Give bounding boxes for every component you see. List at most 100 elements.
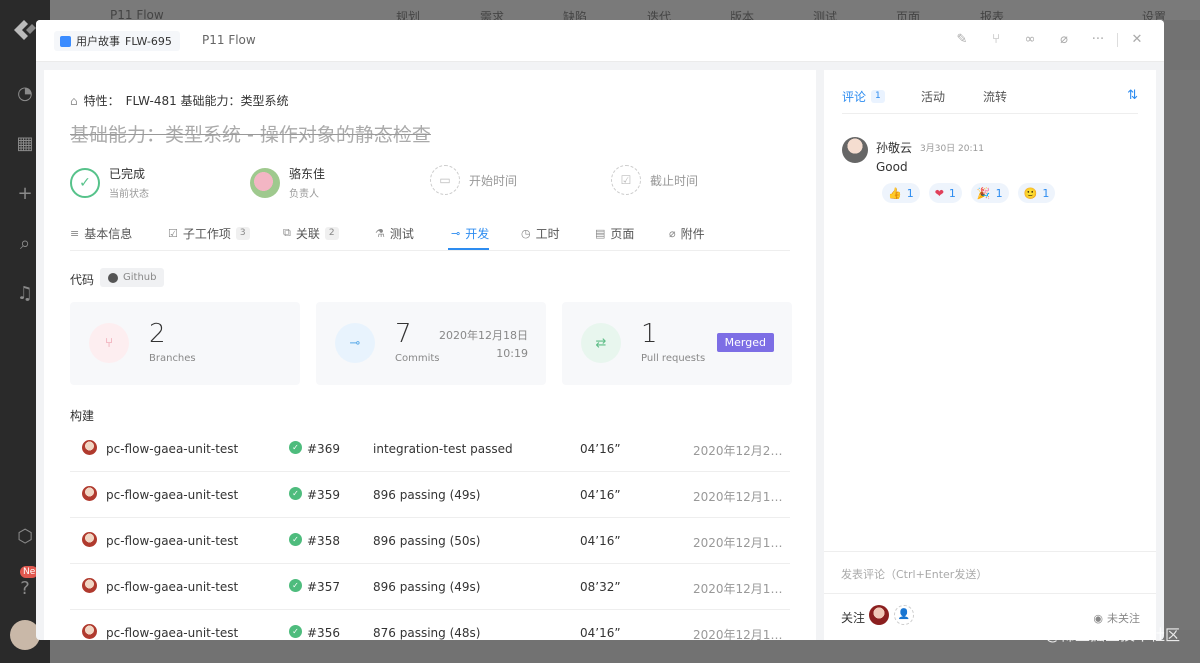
tab-pages[interactable]: ▤ 页面 [595, 222, 634, 244]
help-icon[interactable]: ? [13, 577, 37, 601]
list-icon: ≡ [70, 226, 80, 240]
build-number[interactable]: #356 [307, 626, 340, 640]
comment-author[interactable]: 孙敬云 [876, 139, 912, 156]
work-item-modal: 用户故事 FLW-695 P11 Flow ✎ ⑂ ∞ ⌀ ··· ✕ ⌂ 特性… [36, 20, 1164, 640]
bell-icon[interactable]: ♫ [13, 282, 37, 306]
tab-transitions[interactable]: 流转 [983, 88, 1007, 105]
cube-icon[interactable]: ⬡ [13, 525, 37, 549]
watermark: @稀土掘金技术社区 [1044, 626, 1180, 644]
tab-attachments[interactable]: ⌀ 附件 [669, 222, 705, 244]
last-commit-date: 2020年12月18日 [439, 329, 528, 342]
tab-activity[interactable]: 活动 [921, 88, 945, 105]
status-field[interactable]: ✓ 已完成 当前状态 [70, 165, 149, 200]
calendar-icon: ▭ [430, 165, 460, 195]
tab-count: 1 [871, 90, 885, 103]
tab-basic-info[interactable]: ≡ 基本信息 [70, 222, 132, 244]
comment-author-avatar[interactable] [842, 137, 868, 163]
tab-test[interactable]: ⚗ 测试 [375, 222, 414, 244]
build-job-name[interactable]: pc-flow-gaea-unit-test [106, 442, 238, 456]
project-name[interactable]: P11 Flow [202, 33, 256, 47]
jenkins-icon [82, 532, 97, 547]
jenkins-icon [82, 440, 97, 455]
build-number[interactable]: #369 [307, 442, 340, 456]
table-row[interactable]: pc-flow-gaea-unit-test ✓ #357 896 passin… [70, 564, 790, 610]
commits-card[interactable]: ⊸ 7 Commits 2020年12月18日 10:19 [316, 302, 546, 385]
tab-work-hours[interactable]: ◷ 工时 [521, 222, 560, 244]
comment-input[interactable]: 发表评论（Ctrl+Enter发送） [824, 551, 1156, 593]
pull-requests-count: 1 [641, 319, 658, 349]
reaction-smile[interactable]: 🙂 1 [1017, 183, 1056, 203]
link-icon[interactable]: ∞ [1013, 32, 1047, 47]
header-divider [1117, 32, 1118, 47]
branches-count: 2 [149, 319, 166, 349]
reaction-party[interactable]: 🎉 1 [970, 183, 1009, 203]
last-commit-time: 2020年12月18日 10:19 [439, 327, 528, 363]
due-time-field[interactable]: ☑ 截止时间 [611, 165, 698, 195]
build-job-name[interactable]: pc-flow-gaea-unit-test [106, 626, 238, 640]
item-id: FLW-695 [125, 34, 172, 48]
table-row[interactable]: pc-flow-gaea-unit-test ✓ #359 896 passin… [70, 472, 790, 518]
close-icon[interactable]: ✕ [1120, 32, 1154, 47]
table-row[interactable]: pc-flow-gaea-unit-test ✓ #369 integratio… [70, 426, 790, 472]
breadcrumb-parent-link[interactable]: FLW-481 基础能力：类型系统 [126, 92, 289, 109]
reaction-count: 1 [995, 186, 1003, 200]
sort-icon[interactable]: ⇅ [1127, 88, 1138, 103]
start-time-field[interactable]: ▭ 开始时间 [430, 165, 517, 195]
reaction-count: 1 [1042, 186, 1050, 200]
search-icon[interactable]: ⌕ [13, 232, 37, 256]
table-row[interactable]: pc-flow-gaea-unit-test ✓ #358 896 passin… [70, 518, 790, 564]
build-number[interactable]: #359 [307, 488, 340, 502]
build-date: 2020年12月17... [693, 628, 783, 640]
success-icon: ✓ [289, 579, 302, 592]
add-icon[interactable]: + [13, 182, 37, 206]
reaction-thumbs-up[interactable]: 👍 1 [882, 183, 920, 203]
more-icon[interactable]: ··· [1081, 32, 1115, 47]
tab-count: 3 [235, 226, 250, 240]
tab-count: 2 [324, 226, 339, 240]
dashboard-icon[interactable]: ◔ [13, 82, 37, 106]
app-logo-icon[interactable] [10, 16, 38, 44]
activity-tabs: 评论 1 活动 流转 ⇅ [842, 86, 1138, 114]
tab-label: 页面 [610, 226, 635, 241]
tab-label: 工时 [535, 226, 560, 241]
apps-grid-icon[interactable]: ▦ [13, 132, 37, 156]
follower-avatar[interactable] [869, 605, 889, 625]
pull-request-icon: ⇄ [581, 323, 621, 363]
build-section-title: 构建 [70, 409, 95, 423]
build-message: 896 passing (49s) [373, 488, 481, 502]
assignee-field[interactable]: 骆东佳 负责人 [250, 165, 325, 200]
pin-icon[interactable]: ✎ [945, 32, 979, 47]
item-type-tag[interactable]: 用户故事 FLW-695 [54, 31, 180, 51]
build-job-name[interactable]: pc-flow-gaea-unit-test [106, 488, 238, 502]
build-number[interactable]: #358 [307, 534, 340, 548]
tab-label: 基本信息 [84, 226, 133, 241]
build-date: 2020年12月18... [693, 536, 783, 550]
attachment-icon[interactable]: ⌀ [1047, 32, 1081, 47]
commits-count: 7 [395, 319, 412, 349]
branch-icon[interactable]: ⑂ [979, 32, 1013, 47]
tab-development[interactable]: ⊸ 开发 [451, 222, 489, 244]
pull-requests-card[interactable]: ⇄ 1 Pull requests Merged [562, 302, 792, 385]
tab-comments[interactable]: 评论 1 [842, 88, 885, 105]
home-icon[interactable]: ⌂ [70, 94, 78, 108]
tab-sub-items[interactable]: ☑ 子工作项 3 [168, 222, 250, 244]
github-chip[interactable]: Github [100, 268, 165, 287]
build-duration: 04’16” [580, 534, 621, 548]
reaction-heart[interactable]: ❤ 1 [928, 183, 962, 203]
build-number[interactable]: #357 [307, 580, 340, 594]
page-title[interactable]: 基础能力：类型系统 - 操作对象的静态检查 [70, 120, 431, 147]
build-duration: 04’16” [580, 442, 621, 456]
build-job-name[interactable]: pc-flow-gaea-unit-test [106, 580, 238, 594]
user-story-icon [60, 35, 71, 47]
build-job-name[interactable]: pc-flow-gaea-unit-test [106, 534, 238, 548]
tab-label: 评论 [842, 90, 867, 104]
modal-header: 用户故事 FLW-695 P11 Flow ✎ ⑂ ∞ ⌀ ··· ✕ [36, 20, 1164, 62]
tab-relations[interactable]: ⧉ 关联 2 [283, 222, 339, 244]
table-row[interactable]: pc-flow-gaea-unit-test ✓ #356 876 passin… [70, 610, 790, 640]
add-follower-icon[interactable]: 👤 [894, 605, 914, 625]
branches-card[interactable]: ⑂ 2 Branches [70, 302, 300, 385]
jenkins-icon [82, 486, 97, 501]
app-right-strip [1160, 70, 1200, 630]
assignee-label: 负责人 [289, 189, 319, 200]
checklist-icon: ☑ [168, 226, 178, 240]
